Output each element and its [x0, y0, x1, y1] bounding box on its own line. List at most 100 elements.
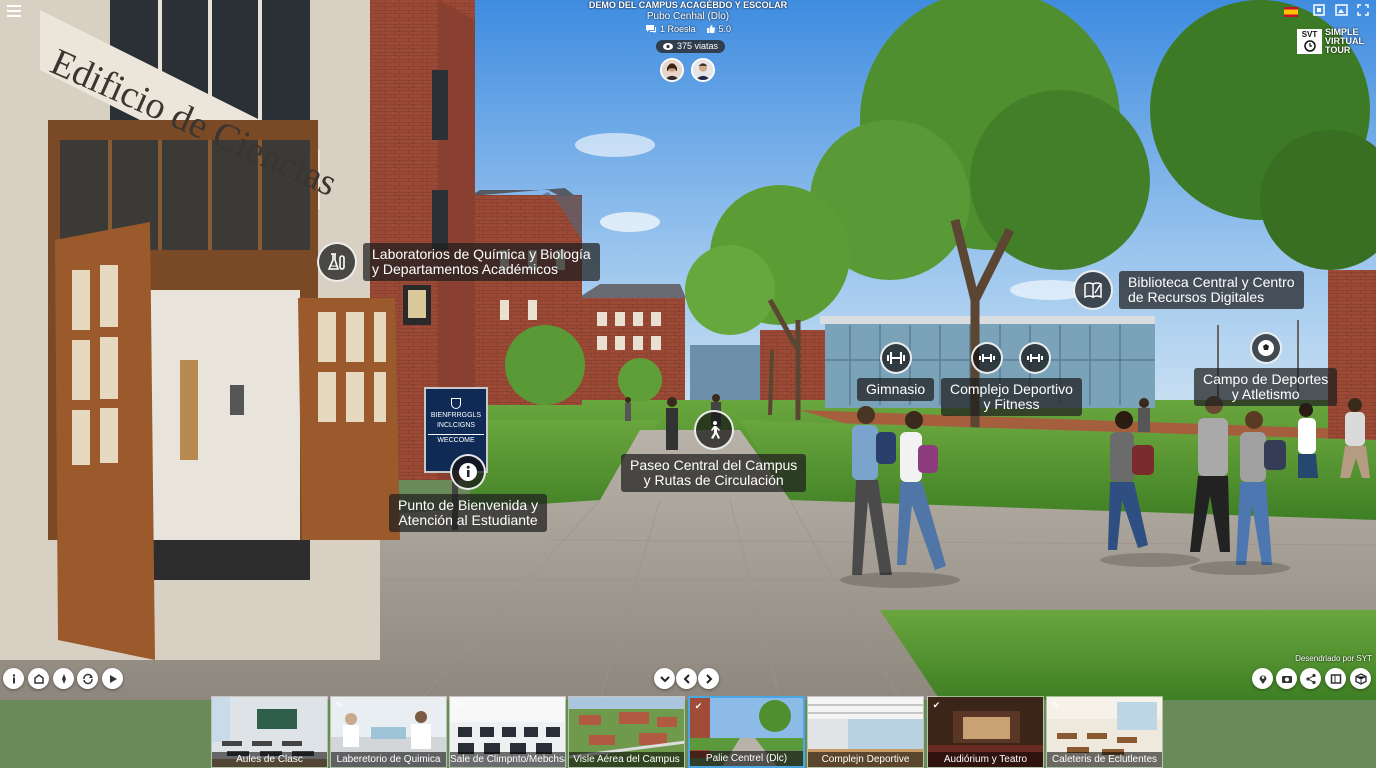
arrow-left-icon: [683, 673, 690, 684]
views-count: 375 viatas: [677, 41, 719, 51]
scene-thumbnail-active[interactable]: ✔ Palie Centrel (Dlc): [688, 696, 805, 768]
language-button[interactable]: [1284, 4, 1298, 17]
views-badge: 375 viatas: [656, 40, 726, 53]
map-icon: [1330, 673, 1341, 684]
powered-by[interactable]: Desendrlado por SYT: [1260, 654, 1372, 663]
scene-thumbnail-label: Sale de Climpnto/Mebchsa: [450, 752, 565, 767]
hotspot-library-label: Biblioteca Central y Centro de Recursos D…: [1119, 271, 1304, 309]
scene-thumbnail[interactable]: Aules de Clasc: [211, 696, 328, 768]
hotspot-sports-label: Complejo Deportivo y Fitness: [941, 378, 1082, 416]
tour-stats: 1 Roesła 5.0: [630, 24, 746, 34]
brand-logo[interactable]: SVT SIMPLE VIRTUAL TOUR: [1297, 28, 1364, 55]
soccer-ball-icon: [1249, 332, 1282, 364]
view-mode-button[interactable]: [1350, 668, 1371, 689]
next-scene-button[interactable]: [698, 668, 719, 689]
like-icon: [706, 25, 715, 33]
floorplan-button[interactable]: [1325, 668, 1346, 689]
hotspot-welcome-label: Punto de Bienvenida y Atención al Estudia…: [389, 494, 548, 532]
brand-line3: TOUR: [1325, 45, 1351, 55]
play-icon: [109, 674, 117, 683]
kiosk-line1: BIENFRRGGLS: [430, 412, 482, 419]
info-circle-icon: [450, 454, 487, 490]
hotspot-gym-label: Gimnasio: [857, 378, 935, 401]
fullscreen-button[interactable]: [1357, 3, 1369, 16]
rooms-icon: [33, 673, 44, 684]
book-icon: [1073, 270, 1113, 310]
hotspot-central-walkway[interactable]: Paseo Central del Campus y Rutas de Circu…: [621, 410, 807, 492]
hotspot-labs[interactable]: Laboratorios de Química y Biología y Depa…: [317, 242, 600, 282]
scene-thumbnail-label: Aules de Clasc: [212, 752, 327, 767]
scene-thumbnail-label: Laberetorio de Quimica: [331, 752, 446, 767]
arrow-right-icon: [705, 673, 712, 684]
scene-thumbnail[interactable]: ✔ Audiórium y Teatro: [927, 696, 1044, 768]
scene-thumbnail[interactable]: ✎ Laberetorio de Quimica: [330, 696, 447, 768]
check-icon: ✎: [454, 700, 463, 710]
hotspot-library[interactable]: Biblioteca Central y Centro de Recursos D…: [1073, 270, 1304, 310]
scene-thumbnail[interactable]: Complejn Deportive: [807, 696, 924, 768]
location-button[interactable]: [1252, 668, 1273, 689]
scene-thumbnail-label: Palie Centrel (Dlc): [690, 751, 803, 766]
hotspot-walkway-label: Paseo Central del Campus y Rutas de Circu…: [621, 454, 807, 492]
chevron-down-icon: [659, 675, 670, 682]
screenshot-button[interactable]: [1335, 3, 1348, 16]
previous-scene-button[interactable]: [676, 668, 697, 689]
compass-icon: [61, 673, 66, 684]
hotspot-labs-label: Laboratorios de Química y Biología y Depa…: [363, 243, 600, 281]
check-icon: ✔: [694, 701, 703, 711]
guide-avatar-1[interactable]: [660, 58, 684, 82]
scene-thumbnail-label: Visle Aérea del Campus: [569, 752, 684, 767]
scene-thumbnail[interactable]: ✎ Sale de Climpnto/Mebchsa: [449, 696, 566, 768]
autorotate-icon: [82, 673, 93, 684]
dumbbell-icon: [1019, 342, 1052, 374]
gym-icon: [879, 342, 912, 374]
rooms-button[interactable]: [28, 668, 49, 689]
scene-thumbnail-label: Caleteris de Eclutlentes: [1047, 752, 1162, 767]
panorama-viewer[interactable]: { "tour": { "title": "DEMO DEL CAMPUS AC…: [0, 0, 1376, 768]
location-icon: [1259, 675, 1266, 684]
share-button[interactable]: [1300, 668, 1321, 689]
tour-title: DEMO DEL CAMPUS ACAGÉBDO Y ESCOLAR: [588, 0, 788, 10]
scene-thumbnail[interactable]: Visle Aérea del Campus: [568, 696, 685, 768]
flag-icon: [1284, 7, 1298, 17]
check-icon: ✎: [1051, 700, 1060, 710]
info-button[interactable]: [3, 668, 24, 689]
scene-thumbnail-label: Complejn Deportive: [808, 752, 923, 767]
walking-person-icon: [693, 410, 734, 450]
rating-value: 5.0: [718, 24, 732, 34]
vr-icon: [1313, 4, 1325, 16]
collapse-thumbnails-button[interactable]: [654, 668, 675, 689]
info-icon: [12, 673, 15, 683]
share-icon: [1305, 673, 1316, 684]
fullscreen-icon: [1357, 4, 1369, 16]
hotspot-welcome-point[interactable]: Punto de Bienvenida y Atención al Estudia…: [389, 454, 548, 532]
camera-button[interactable]: [1276, 668, 1297, 689]
kiosk-crest-icon: [451, 398, 461, 409]
kiosk-line2: INCLCIGNS: [436, 422, 476, 429]
rating-stat[interactable]: 5.0: [706, 24, 732, 34]
clock-icon: [1303, 40, 1316, 52]
cube-icon: [1354, 672, 1367, 685]
flask-icon: [317, 242, 357, 282]
comments-stat[interactable]: 1 Roesła: [645, 24, 696, 34]
autorotate-button[interactable]: [77, 668, 98, 689]
hotspot-athletics-field[interactable]: Campo de Deportes y Atletismo: [1194, 332, 1338, 406]
comment-icon: [645, 25, 656, 33]
compass-button[interactable]: [53, 668, 74, 689]
screenshot-icon: [1335, 4, 1348, 16]
welcome-kiosk: BIENFRRGGLS INCLCIGNS WECCOME: [428, 398, 484, 446]
play-button[interactable]: [102, 668, 123, 689]
brand-logo-text: SVT: [1301, 30, 1318, 39]
guide-avatar-2[interactable]: [691, 58, 715, 82]
camera-icon: [1281, 675, 1292, 683]
scene-thumbnail[interactable]: ✎ Caleteris de Eclutlentes: [1046, 696, 1163, 768]
kiosk-line3: WECCOME: [428, 434, 484, 446]
menu-icon: [7, 5, 21, 17]
menu-button[interactable]: [7, 4, 21, 17]
comments-count: 1 Roesła: [659, 24, 696, 34]
vr-button[interactable]: [1313, 3, 1325, 16]
scene-thumbnail-label: Audiórium y Teatro: [928, 752, 1043, 767]
hotspot-gym[interactable]: Gimnasio: [857, 342, 935, 401]
hotspot-field-label: Campo de Deportes y Atletismo: [1194, 368, 1338, 406]
check-icon: ✔: [932, 700, 941, 710]
hotspot-sports-complex[interactable]: Complejo Deportivo y Fitness: [941, 342, 1082, 416]
